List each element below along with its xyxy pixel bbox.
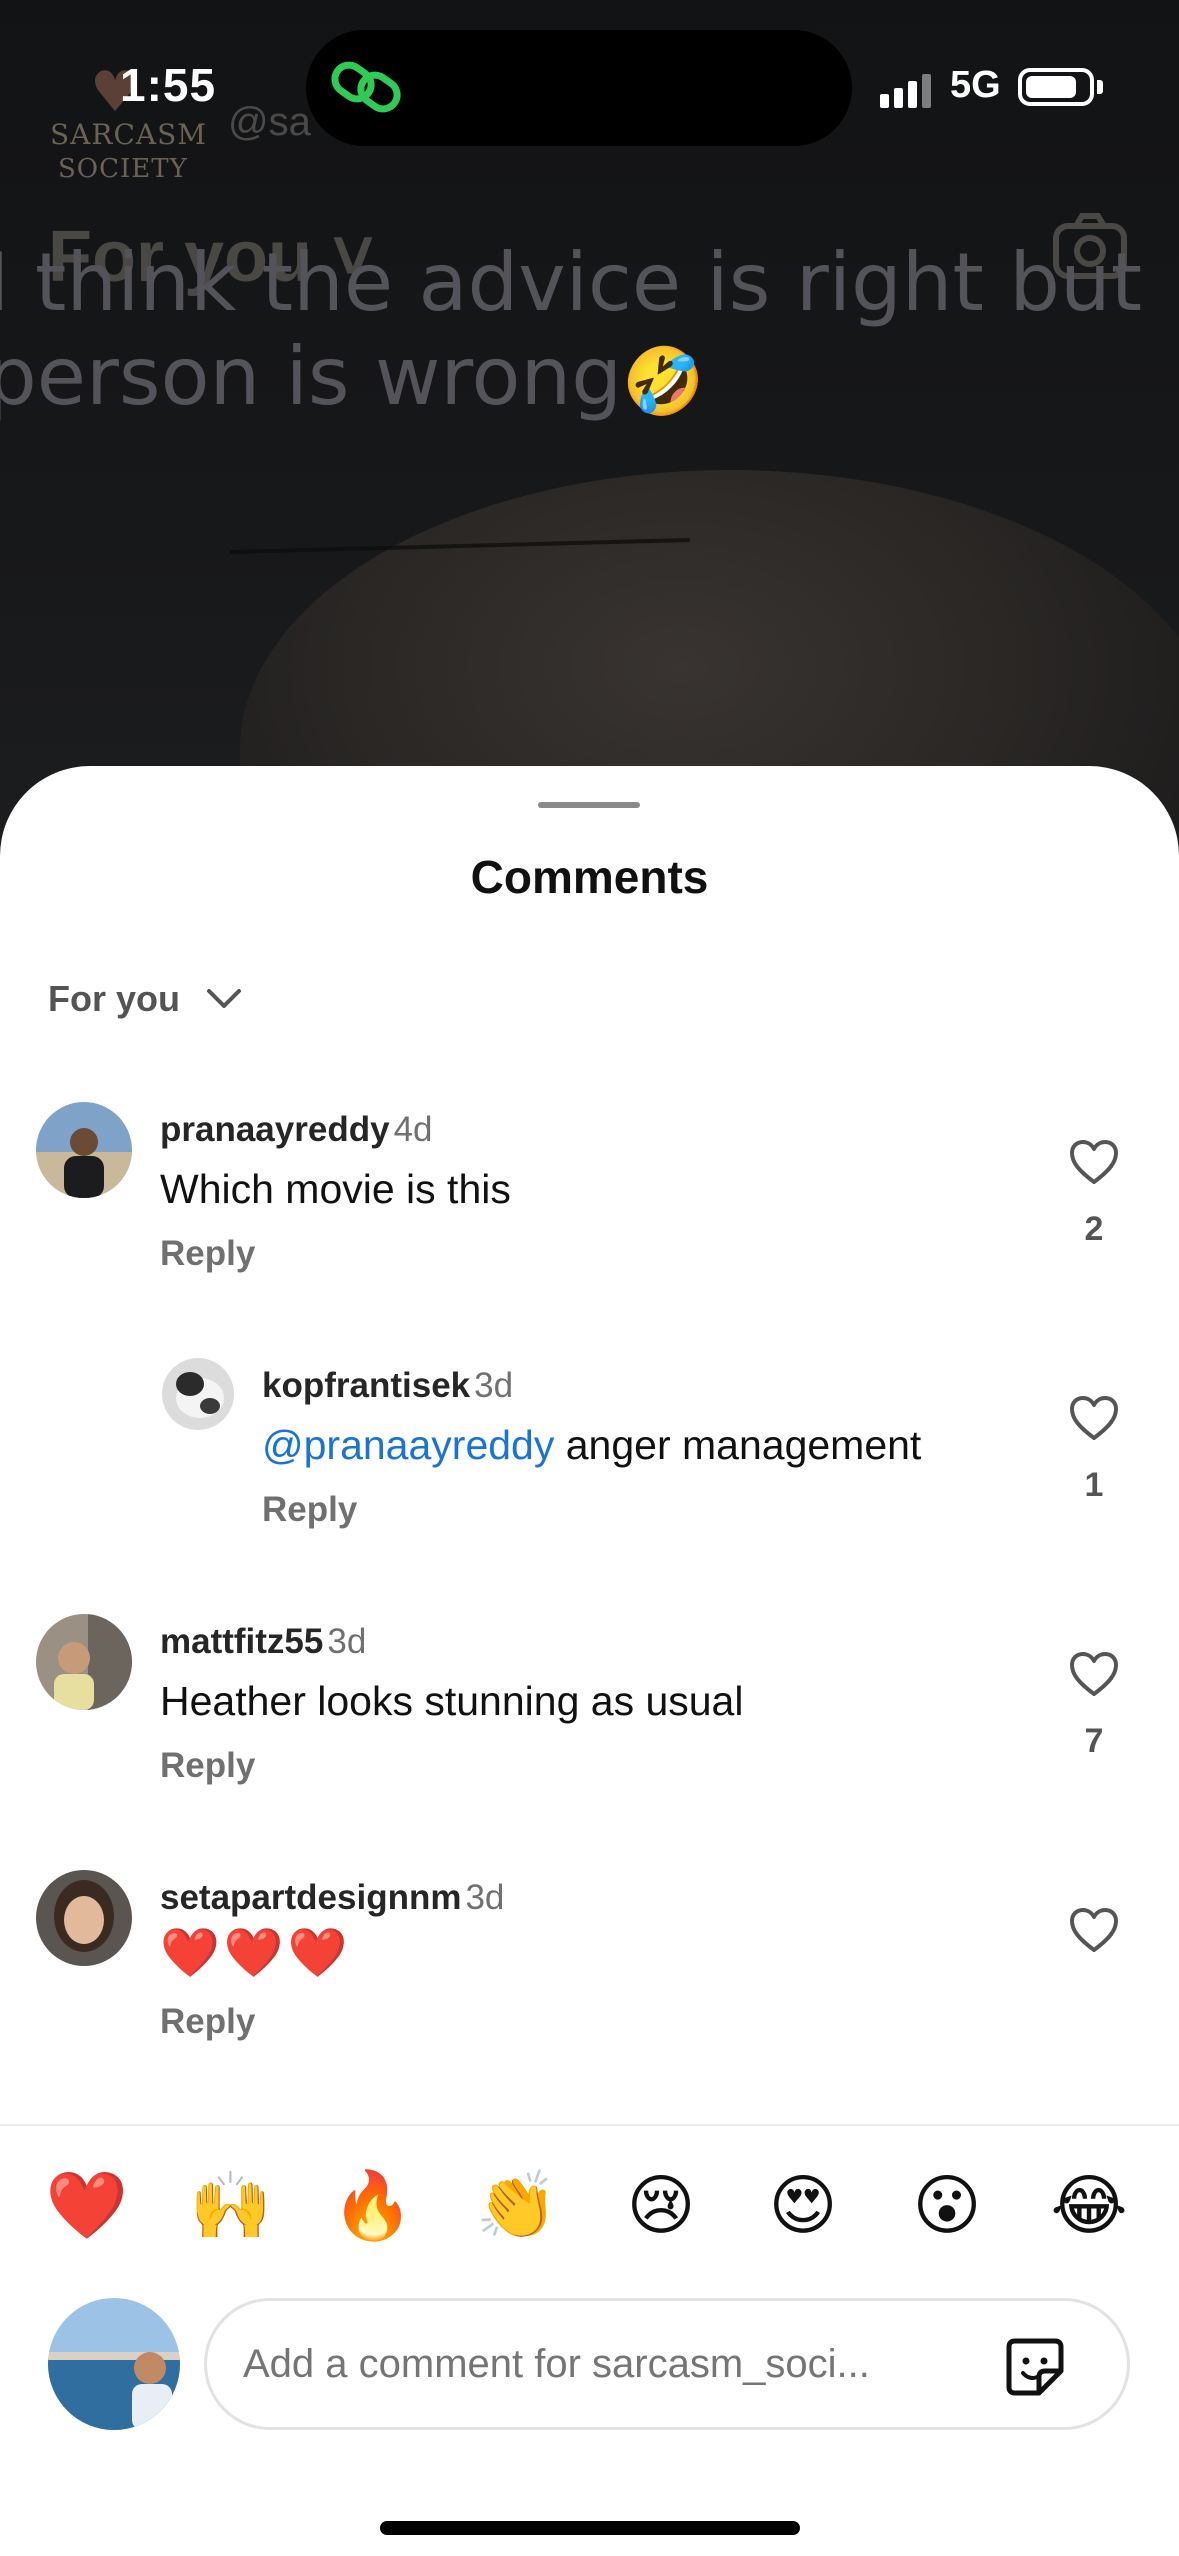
divider — [0, 2124, 1179, 2126]
comment-age: 3d — [474, 1366, 514, 1405]
comments-sheet: Comments For you pranaayreddy 4d Which mo… — [0, 766, 1179, 2556]
comment-age: 4d — [393, 1110, 433, 1149]
quick-emoji-clap[interactable]: 👏 — [472, 2160, 562, 2250]
reel-caption-line: I think the advice is right but — [0, 236, 1143, 329]
current-user-avatar — [48, 2298, 180, 2430]
avatar[interactable] — [36, 1870, 132, 1966]
avatar[interactable] — [162, 1358, 234, 1430]
link-icon — [331, 61, 401, 113]
status-bar: 1:55 5G — [0, 0, 1179, 150]
status-time: 1:55 — [120, 59, 217, 111]
battery-icon — [1018, 68, 1094, 106]
quick-emoji-wow[interactable]: 😮 — [902, 2160, 992, 2250]
comment-text: ❤️❤️❤️ — [160, 1927, 352, 1980]
like-count: 7 — [1084, 1722, 1104, 1760]
comment-input[interactable] — [243, 2331, 963, 2397]
heart-outline-icon[interactable] — [1068, 1138, 1120, 1186]
battery-nub — [1097, 80, 1103, 94]
heart-outline-icon[interactable] — [1068, 1394, 1120, 1442]
quick-emoji-heart-eyes[interactable]: 😍 — [758, 2160, 848, 2250]
comment-composer — [204, 2298, 1130, 2430]
comment-sort-label: For you — [48, 978, 180, 1019]
comment-age: 3d — [465, 1878, 505, 1917]
reply-button[interactable]: Reply — [160, 1746, 255, 1786]
quick-emoji-raised-hands[interactable]: 🙌 — [186, 2160, 276, 2250]
reply-button[interactable]: Reply — [160, 1234, 255, 1274]
quick-emoji-cry[interactable]: 😢 — [616, 2160, 706, 2250]
sticker-icon[interactable] — [999, 2331, 1071, 2403]
comment-text: @pranaayreddy anger management — [262, 1422, 922, 1468]
rofl-emoji: 🤣 — [621, 343, 705, 420]
quick-emoji-fire[interactable]: 🔥 — [328, 2160, 418, 2250]
sheet-title: Comments — [470, 851, 709, 903]
reel-caption-line-2: person is wrong🤣 — [0, 330, 705, 423]
reply-button[interactable]: Reply — [262, 1490, 357, 1530]
comment-username[interactable]: pranaayreddy 4d — [160, 1110, 433, 1150]
sheet-grabber[interactable] — [538, 802, 640, 808]
comment-sort-dropdown[interactable]: For you — [48, 978, 242, 1020]
reply-button[interactable]: Reply — [160, 2002, 255, 2042]
mention-link[interactable]: @pranaayreddy — [262, 1422, 554, 1468]
comment-username[interactable]: setapartdesignnm 3d — [160, 1878, 504, 1918]
heart-outline-icon[interactable] — [1068, 1650, 1120, 1698]
avatar[interactable] — [36, 1614, 132, 1710]
cellular-signal-icon — [880, 68, 931, 108]
home-indicator[interactable] — [380, 2521, 800, 2535]
comment-username[interactable]: mattfitz55 3d — [160, 1622, 366, 1662]
network-type: 5G — [950, 64, 1001, 106]
quick-emoji-heart[interactable]: ❤️ — [42, 2160, 132, 2250]
comment-username[interactable]: kopfrantisek 3d — [262, 1366, 513, 1406]
chevron-down-icon — [207, 989, 241, 1008]
reel-caption: I think the advice is right but person i… — [0, 236, 1179, 429]
comment-age: 3d — [327, 1622, 367, 1661]
heart-outline-icon[interactable] — [1068, 1906, 1120, 1954]
like-count: 1 — [1084, 1466, 1104, 1504]
quick-emoji-laugh[interactable]: 😂 — [1044, 2160, 1134, 2250]
quick-emoji-bar: ❤️ 🙌 🔥 👏 😢 😍 😮 😂 — [0, 2160, 1179, 2250]
brand-name-bottom: SOCIETY — [58, 154, 188, 184]
avatar[interactable] — [36, 1102, 132, 1198]
comment-text: Heather looks stunning as usual — [160, 1678, 744, 1724]
comment-text: Which movie is this — [160, 1166, 511, 1212]
like-count: 2 — [1084, 1210, 1104, 1248]
